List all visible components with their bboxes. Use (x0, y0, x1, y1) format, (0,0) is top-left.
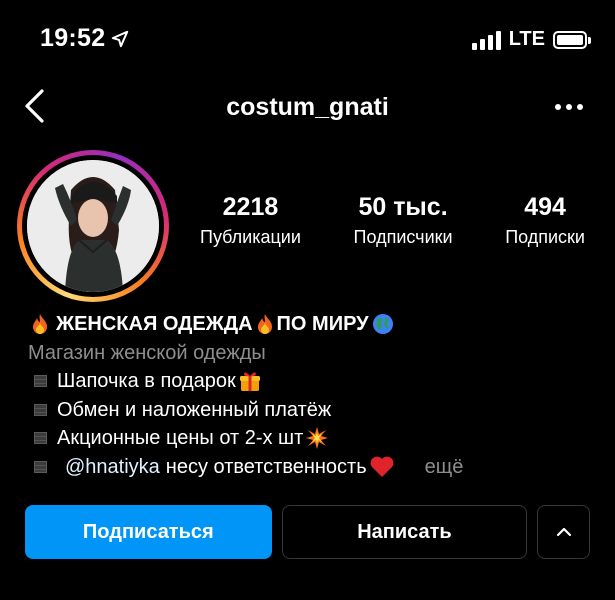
mention-link[interactable]: @hnatiyka (65, 453, 160, 482)
bio-line-3-text: Акционные цены от 2-х шт (57, 427, 304, 449)
posts-stat[interactable]: 2218 Публикации (200, 190, 301, 250)
bullet-icon (34, 375, 47, 388)
globe-icon (372, 314, 393, 335)
bio-line-1-text: Шапочка в подарок (57, 370, 236, 392)
bullet-icon (34, 432, 47, 445)
avatar (27, 160, 159, 292)
nav-bar: costum_gnati (0, 78, 615, 138)
bio-name-part1: ЖЕНСКАЯ ОДЕЖДА (56, 313, 253, 335)
bio-line-4: @hnatiyka несу ответственность ещё (28, 453, 595, 482)
suggested-toggle-button[interactable] (537, 505, 590, 559)
gift-icon (239, 372, 260, 392)
more-dot (577, 104, 583, 110)
message-button[interactable]: Написать (281, 505, 528, 559)
profile-bio: ЖЕНСКАЯ ОДЕЖДА ПО МИРУ Магазин женской о… (28, 310, 595, 481)
bio-name: ЖЕНСКАЯ ОДЕЖДА ПО МИРУ (28, 310, 595, 339)
profile-stats: 2218 Публикации 50 тыс. Подписчики 494 П… (200, 190, 585, 250)
avatar-gap (22, 155, 164, 297)
status-time: 19:52 (40, 24, 129, 53)
followers-count: 50 тыс. (358, 193, 448, 221)
more-dot (566, 104, 572, 110)
fire-icon (257, 314, 272, 335)
posts-count: 2218 (222, 193, 279, 221)
network-type: LTE (508, 28, 545, 50)
signal-bars-icon (471, 30, 501, 50)
bullet-icon (34, 403, 47, 416)
status-indicators: LTE (471, 28, 591, 51)
status-bar: 19:52 LTE (0, 0, 615, 78)
bio-line-3: Акционные цены от 2-х шт (28, 424, 595, 453)
bio-name-part2: ПО МИРУ (276, 313, 369, 335)
bio-category: Магазин женской одежды (28, 341, 266, 364)
more-dots-icon (555, 104, 561, 110)
status-time-text: 19:52 (40, 24, 106, 52)
following-stat[interactable]: 494 Подписки (505, 190, 585, 250)
follow-button[interactable]: Подписаться (25, 505, 272, 559)
profile-screen: 19:52 LTE costum_gnati 2218 Публикации 5… (0, 0, 615, 600)
followers-label: Подписчики (353, 227, 453, 247)
bio-line-1: Шапочка в подарок (28, 367, 595, 396)
fire-icon (33, 314, 47, 335)
following-count: 494 (524, 193, 566, 221)
more-options-button[interactable] (549, 92, 589, 122)
bio-line-4-text: несу ответственность (165, 455, 367, 478)
chevron-up-icon (556, 527, 571, 537)
followers-stat[interactable]: 50 тыс. Подписчики (354, 190, 453, 250)
location-arrow-icon (112, 30, 129, 47)
bullet-icon (34, 460, 47, 473)
battery-icon (553, 30, 591, 49)
posts-label: Публикации (200, 227, 301, 247)
bio-line-2: Обмен и наложенный платёж (28, 396, 595, 425)
profile-username: costum_gnati (226, 93, 389, 121)
bio-line-2-text: Обмен и наложенный платёж (57, 398, 332, 421)
story-ring[interactable] (17, 150, 169, 302)
following-label: Подписки (505, 227, 585, 247)
collision-icon (306, 427, 329, 450)
bio-more-link[interactable]: ещё (425, 453, 464, 482)
heart-icon (370, 456, 394, 477)
profile-actions: Подписаться Написать (25, 505, 590, 559)
